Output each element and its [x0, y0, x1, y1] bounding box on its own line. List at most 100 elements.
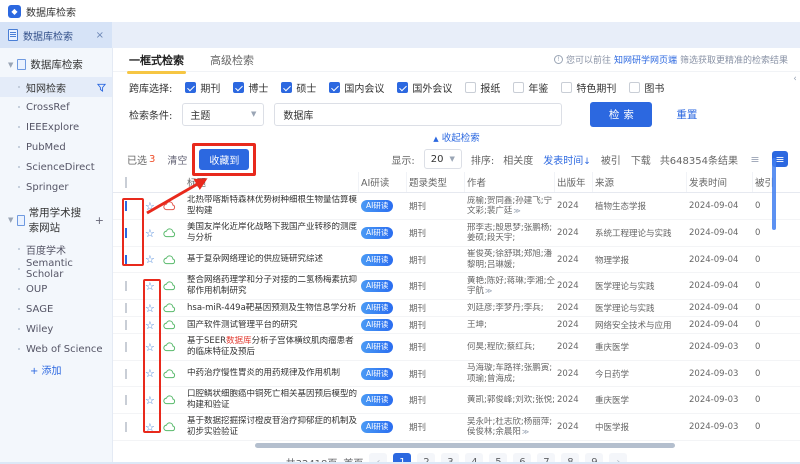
row-source[interactable]: 系统工程理论与实践	[595, 227, 687, 239]
row-authors[interactable]: 崔俊英;徐舒琪;郑旭;潘黎明;吕琳媛;	[467, 249, 555, 270]
download-cloud-icon[interactable]	[163, 254, 185, 265]
filter-icon[interactable]	[97, 83, 106, 92]
row-source[interactable]: 植物生态学报	[595, 200, 687, 212]
favorite-star-icon[interactable]: ☆	[145, 254, 161, 265]
download-cloud-icon[interactable]	[163, 368, 185, 379]
row-checkbox[interactable]	[125, 254, 127, 265]
sidebar-item[interactable]: Web of Science	[0, 339, 112, 359]
row-checkbox[interactable]	[125, 303, 127, 313]
cross-db-option[interactable]: 国外会议	[397, 80, 452, 95]
ai-read-badge[interactable]: AI研读	[361, 394, 394, 406]
row-source[interactable]: 网络安全技术与应用	[595, 319, 687, 331]
sidebar-item[interactable]: ScienceDirect	[0, 157, 112, 177]
row-title[interactable]: 口腔鳞状细胞癌中铜死亡相关基因预后模型的构建和验证	[187, 389, 359, 411]
checkbox-icon[interactable]	[465, 81, 477, 93]
sidebar-item[interactable]: IEEExplore	[0, 117, 112, 137]
row-title[interactable]: 整合网络药理学和分子对接的二氢杨梅素抗抑郁作用机制研究	[187, 275, 359, 297]
page-number[interactable]: 9	[585, 453, 604, 462]
row-source[interactable]: 中医学报	[595, 421, 687, 433]
horizontal-scrollbar[interactable]	[255, 443, 675, 448]
collapse-search[interactable]: ▲ 收起检索	[113, 130, 800, 144]
row-source[interactable]: 重庆医学	[595, 394, 687, 406]
sidebar-item[interactable]: Springer	[0, 177, 112, 197]
sidebar-item[interactable]: 知网检索	[0, 77, 112, 97]
sidebar-section-sites[interactable]: ▼ 常用学术搜索网站 +	[0, 197, 112, 239]
row-source[interactable]: 物理学报	[595, 254, 687, 266]
row-checkbox[interactable]	[125, 201, 127, 211]
sort-option[interactable]: 被引	[601, 152, 621, 167]
row-title[interactable]: 国产软件测试管理平台的研究	[187, 320, 359, 331]
ai-read-badge[interactable]: AI研读	[361, 280, 394, 292]
row-checkbox[interactable]	[125, 342, 127, 352]
checkbox-icon[interactable]	[397, 81, 409, 93]
sidebar-item[interactable]: Wiley	[0, 319, 112, 339]
favorite-star-icon[interactable]: ☆	[145, 395, 161, 406]
ai-read-badge[interactable]: AI研读	[361, 367, 394, 380]
ai-read-badge[interactable]: AI研读	[361, 302, 394, 314]
checkbox-icon[interactable]	[629, 81, 641, 93]
ai-read-badge[interactable]: AI研读	[361, 319, 394, 331]
page-number[interactable]: 7	[537, 453, 556, 462]
row-title[interactable]: hsa-miR-449a靶基因预测及生物信息学分析	[187, 303, 359, 314]
checkbox-icon[interactable]	[329, 81, 341, 93]
row-checkbox[interactable]	[125, 320, 127, 330]
row-authors[interactable]: 黄艳;陈好;蒋琳;李湘;仝宇航≫	[467, 276, 555, 297]
sidebar-item[interactable]: SAGE	[0, 299, 112, 319]
chevron-down-icon[interactable]: ▼	[8, 216, 13, 224]
row-title[interactable]: 基于复杂网络理论的供应链研究综述	[187, 254, 359, 265]
row-source[interactable]: 医学理论与实践	[595, 302, 687, 314]
table-row[interactable]: ☆ hsa-miR-449a靶基因预测及生物信息学分析 AI研读 期刊 刘廷彦;…	[113, 300, 800, 317]
table-row[interactable]: ☆ 基于数据挖掘探讨橙皮苷治疗抑郁症的机制及初步实验验证 AI研读 期刊 吴永叶…	[113, 414, 800, 441]
favorite-star-icon[interactable]: ☆	[145, 228, 161, 239]
cross-db-option[interactable]: 报纸	[465, 80, 500, 95]
row-checkbox[interactable]	[125, 228, 127, 238]
checkbox-icon[interactable]	[561, 81, 573, 93]
row-authors[interactable]: 王坤;	[467, 320, 555, 331]
table-row[interactable]: ☆ 美国友岸化近岸化战略下我国产业转移的测度与分析 AI研读 期刊 邢李志;殷思…	[113, 220, 800, 247]
page-number[interactable]: 8	[561, 453, 580, 462]
field-select[interactable]: 主题 ▼	[182, 102, 265, 126]
page-number[interactable]: 4	[465, 453, 484, 462]
row-source[interactable]: 医学理论与实践	[595, 280, 687, 292]
authors-more-icon[interactable]: ≫	[485, 287, 492, 295]
download-cloud-icon[interactable]	[163, 422, 185, 432]
row-authors[interactable]: 邢李志;殷思梦;张鹏杨;姜硕;段天宇;	[467, 223, 555, 244]
sidebar-item[interactable]: PubMed	[0, 137, 112, 157]
row-source[interactable]: 今日药学	[595, 368, 687, 380]
row-checkbox[interactable]	[125, 422, 127, 432]
page-number[interactable]: 2	[417, 453, 436, 462]
sidebar-item[interactable]: OUP	[0, 279, 112, 299]
favorite-star-icon[interactable]: ☆	[145, 201, 161, 212]
collect-button[interactable]: 收藏到	[199, 148, 250, 170]
tab-advanced-search[interactable]: 高级检索	[210, 52, 254, 68]
chevron-down-icon[interactable]: ▼	[8, 61, 13, 69]
ai-read-badge[interactable]: AI研读	[361, 227, 394, 239]
list-view-icon[interactable]: ≡	[747, 151, 763, 167]
row-authors[interactable]: 马海璇;车路祥;张鹏寅;项瑜;曾海成;	[467, 363, 555, 384]
sort-option[interactable]: 发表时间↓	[543, 152, 591, 167]
sort-option[interactable]: 下载	[631, 152, 651, 167]
prev-page-icon[interactable]: ‹	[369, 453, 388, 462]
page-number[interactable]: 1	[393, 453, 412, 462]
cross-db-option[interactable]: 博士	[233, 80, 268, 95]
tab-database-search[interactable]: 数据库检索 ×	[0, 22, 112, 48]
page-number[interactable]: 5	[489, 453, 508, 462]
row-authors[interactable]: 吴永叶;杜志欣;杨丽萍;侯俊林;余晨阳≫	[467, 417, 555, 438]
tip-link[interactable]: 知网研学网页端	[614, 53, 677, 66]
authors-more-icon[interactable]: ≫	[513, 207, 520, 215]
download-cloud-icon[interactable]	[163, 303, 185, 313]
table-row[interactable]: ☆ 国产软件测试管理平台的研究 AI研读 期刊 王坤; 2024 网络安全技术与…	[113, 317, 800, 334]
row-authors[interactable]: 何昊;程欣;蔡红兵;	[467, 342, 555, 353]
page-number[interactable]: 3	[441, 453, 460, 462]
tab-single-box-search[interactable]: 一框式检索	[127, 52, 186, 74]
sidebar-root[interactable]: ▼ 数据库检索	[0, 54, 112, 77]
row-authors[interactable]: 刘廷彦;李梦丹;李兵;	[467, 303, 555, 314]
cross-db-option[interactable]: 期刊	[185, 80, 220, 95]
row-authors[interactable]: 黄凯;郭俊峰;刘欢;张悦;	[467, 395, 555, 406]
vertical-scrollbar[interactable]	[772, 158, 776, 230]
favorite-star-icon[interactable]: ☆	[145, 368, 161, 379]
reset-button[interactable]: 重置	[676, 107, 697, 122]
ai-read-badge[interactable]: AI研读	[361, 421, 394, 433]
checkbox-icon[interactable]	[185, 81, 197, 93]
download-cloud-icon[interactable]	[163, 320, 185, 330]
